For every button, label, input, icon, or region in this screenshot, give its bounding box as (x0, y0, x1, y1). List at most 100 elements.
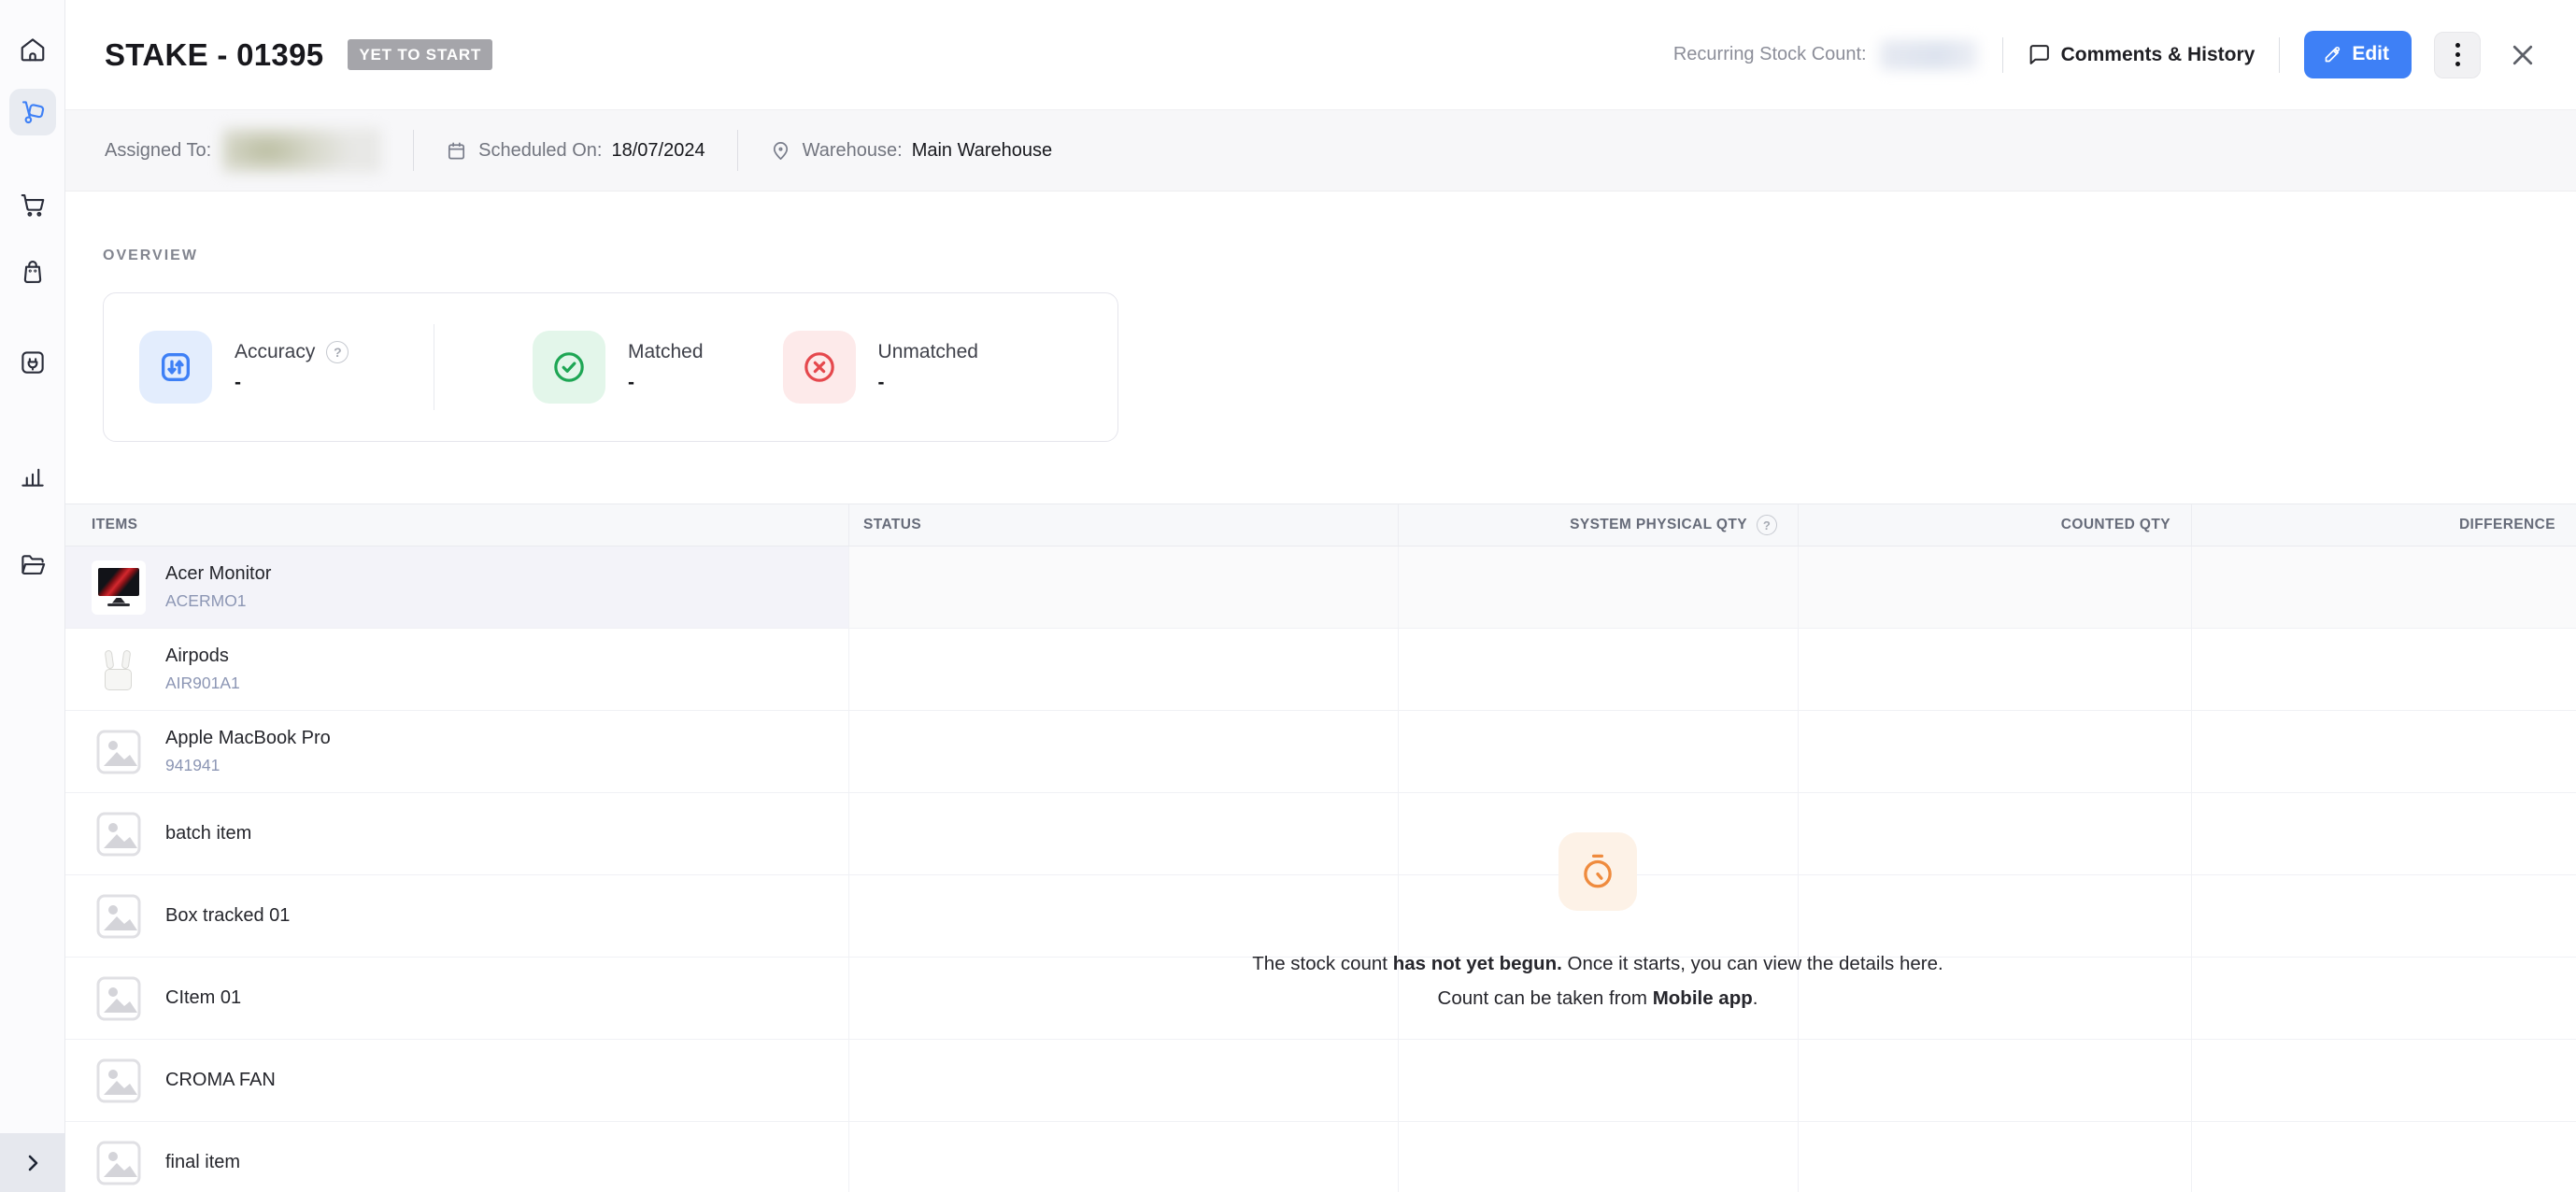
item-image-placeholder (92, 806, 146, 861)
accuracy-label: Accuracy (235, 340, 316, 362)
sidebar-item-documents[interactable] (9, 541, 56, 588)
recurring-stock-count-label: Recurring Stock Count: (1672, 44, 1867, 64)
item-image-placeholder (92, 1053, 146, 1108)
system-physical-qty-help-icon[interactable] (1757, 515, 1777, 535)
warehouse-group: Warehouse: Main Warehouse (770, 139, 1053, 162)
page-title: STAKE - 01395 (105, 36, 324, 72)
item-image-placeholder (92, 724, 146, 779)
assigned-to-redacted-value (222, 128, 382, 173)
table-row[interactable]: Airpods AIR901A1 (65, 629, 2576, 711)
accuracy-value: - (235, 371, 241, 393)
home-icon (21, 38, 44, 62)
item-sku: ACERMO1 (165, 591, 247, 610)
hand-truck-icon (21, 101, 44, 124)
overview-section: OVERVIEW Accuracy - (65, 192, 2576, 442)
stock-count-detail-screen: STAKE - 01395 YET TO START Recurring Sto… (0, 0, 2576, 1192)
more-options-button[interactable] (2434, 31, 2481, 78)
item-image (92, 642, 146, 697)
divider (413, 130, 415, 171)
bar-chart-icon (21, 468, 44, 487)
accuracy-help-icon[interactable] (326, 340, 349, 363)
item-name: Acer Monitor (165, 563, 272, 584)
table-row[interactable]: CROMA FAN (65, 1040, 2576, 1122)
sidebar-item-integrations[interactable] (9, 339, 56, 386)
recurring-stock-count-redacted-value (1879, 39, 1978, 70)
comments-history-label: Comments & History (2060, 43, 2256, 65)
sidebar-item-reports[interactable] (9, 452, 56, 499)
table-header-row: ITEMS STATUS SYSTEM PHYSICAL QTY COUNTED… (65, 504, 2576, 546)
warehouse-label: Warehouse: (802, 139, 903, 161)
accuracy-metric: Accuracy - (139, 331, 434, 404)
item-name: CItem 01 (165, 987, 242, 1008)
item-image-placeholder (92, 888, 146, 944)
overview-section-label: OVERVIEW (103, 248, 198, 263)
not-begun-empty-state: The stock count has not yet begun. Once … (1149, 832, 2046, 1015)
divider (736, 130, 738, 171)
status-badge: YET TO START (348, 39, 493, 70)
map-pin-icon (773, 141, 788, 160)
comments-history-button[interactable]: Comments & History (2028, 43, 2256, 66)
close-icon (2512, 45, 2533, 64)
sidebar-item-sales[interactable] (9, 181, 56, 228)
shopping-cart-icon (21, 193, 44, 217)
detail-subheader: Assigned To: Scheduled On: 18/07/2024 Wa… (65, 109, 2576, 192)
item-name: Box tracked 01 (165, 905, 291, 926)
item-image-placeholder (92, 971, 146, 1026)
item-name: batch item (165, 823, 252, 844)
unmatched-value: - (877, 371, 885, 393)
overview-card: Accuracy - Matched - (103, 292, 1118, 442)
system-physical-qty-label: SYSTEM PHYSICAL QTY (1570, 517, 1747, 532)
sidebar-item-purchases[interactable] (9, 248, 56, 294)
matched-label: Matched (628, 340, 704, 362)
matched-metric: Matched - (533, 331, 704, 404)
stopwatch-icon (1584, 854, 1612, 888)
assigned-to-group: Assigned To: (105, 128, 382, 173)
matched-icon-tile (533, 331, 605, 404)
assigned-to-label: Assigned To: (105, 139, 212, 161)
warehouse-value: Main Warehouse (911, 139, 1053, 161)
item-image-placeholder (92, 1135, 146, 1190)
title-bar: STAKE - 01395 YET TO START Recurring Sto… (65, 0, 2576, 109)
divider (2001, 36, 2003, 73)
x-circle-icon (804, 352, 834, 382)
divider (2279, 36, 2281, 73)
table-row[interactable]: final item (65, 1122, 2576, 1192)
calendar-icon (448, 141, 465, 160)
items-table: ITEMS STATUS SYSTEM PHYSICAL QTY COUNTED… (65, 504, 2576, 1192)
comment-bubble-icon (2029, 45, 2049, 64)
chevron-right-icon (28, 1155, 38, 1171)
unmatched-label: Unmatched (877, 340, 978, 362)
table-row[interactable]: Acer Monitor ACERMO1 (65, 546, 2576, 629)
empty-state-message: The stock count has not yet begun. Once … (1252, 953, 1943, 1009)
integrations-icon (21, 351, 44, 374)
scheduled-on-group: Scheduled On: 18/07/2024 (446, 139, 705, 162)
edit-button-label: Edit (2352, 43, 2389, 64)
scheduled-on-value: 18/07/2024 (611, 139, 705, 161)
main-panel: STAKE - 01395 YET TO START Recurring Sto… (65, 0, 2576, 1192)
item-name: CROMA FAN (165, 1070, 276, 1090)
item-name: Apple MacBook Pro (165, 728, 331, 748)
unmatched-icon-tile (782, 331, 856, 404)
item-sku: 941941 (165, 756, 221, 774)
unmatched-metric: Unmatched - (782, 331, 978, 404)
item-name: Airpods (165, 646, 229, 666)
sidebar-expand-button[interactable] (0, 1133, 65, 1192)
edit-button[interactable]: Edit (2304, 31, 2412, 78)
title-actions: Recurring Stock Count: Comments & Histor… (1673, 31, 2539, 78)
column-header-system-physical-qty: SYSTEM PHYSICAL QTY (1399, 504, 1799, 546)
close-button[interactable] (2507, 39, 2539, 71)
accuracy-icon-tile (139, 331, 212, 404)
sidebar-item-home[interactable] (9, 26, 56, 73)
item-image (92, 560, 146, 615)
stopwatch-icon-tile (1558, 832, 1637, 911)
pencil-icon (2325, 46, 2341, 62)
shopping-bag-icon (23, 260, 41, 283)
scheduled-on-label: Scheduled On: (478, 139, 603, 161)
check-circle-icon (554, 352, 584, 382)
column-header-counted-qty: COUNTED QTY (1799, 504, 2192, 546)
sidebar-item-stock-count[interactable] (8, 89, 56, 135)
app-sidebar (0, 0, 65, 1192)
matched-value: - (628, 371, 634, 393)
table-row[interactable]: Apple MacBook Pro 941941 (65, 711, 2576, 793)
item-sku: AIR901A1 (165, 674, 240, 692)
